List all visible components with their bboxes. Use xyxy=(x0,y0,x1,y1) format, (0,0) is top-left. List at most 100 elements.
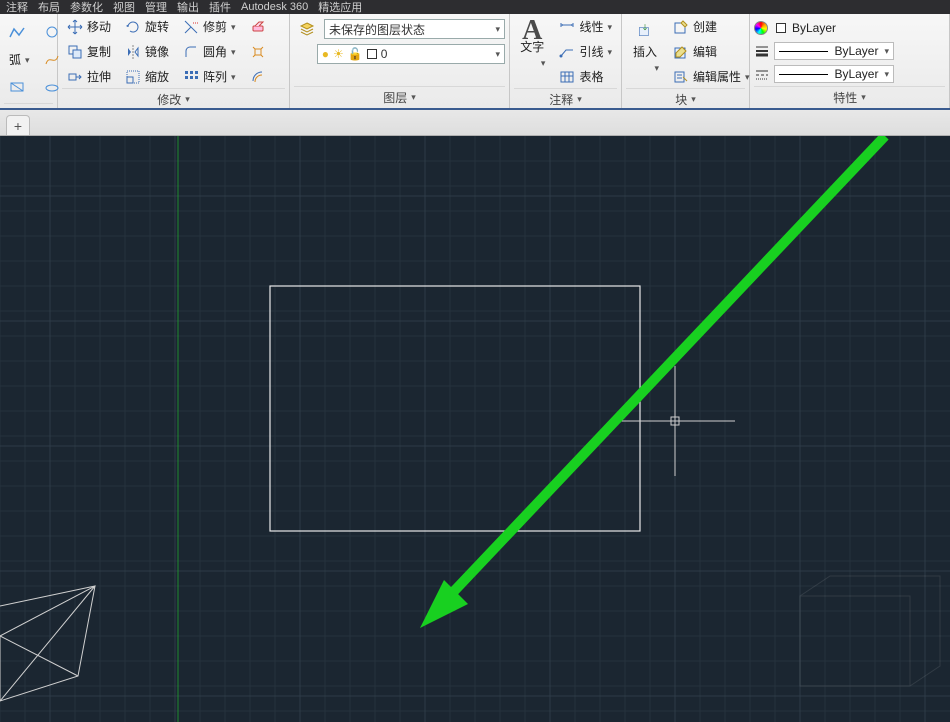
explode-icon xyxy=(250,44,266,60)
menu-item[interactable]: 输出 xyxy=(177,0,199,15)
text-icon: A xyxy=(522,24,542,38)
array-button[interactable]: 阵列▾ xyxy=(178,66,241,88)
line-preview xyxy=(779,51,828,52)
stretch-button[interactable]: 拉伸 xyxy=(62,66,116,88)
edit-attr-icon xyxy=(673,69,689,85)
insert-block-icon xyxy=(631,19,659,43)
chevron-down-icon: ▾ xyxy=(541,56,546,70)
chevron-down-icon: ▾ xyxy=(607,20,612,34)
tool-button[interactable] xyxy=(245,66,271,88)
fillet-button[interactable]: 圆角▾ xyxy=(178,41,241,63)
stretch-icon xyxy=(67,69,83,85)
chevron-down-icon: ▾ xyxy=(654,61,659,75)
table-icon xyxy=(559,69,575,85)
linetype-combo[interactable]: ByLayer▾ xyxy=(774,65,894,83)
scale-icon xyxy=(125,69,141,85)
draw-tool-button[interactable] xyxy=(4,76,35,98)
lock-icon: 🔓 xyxy=(348,47,363,61)
button-label: 缩放 xyxy=(145,70,169,84)
linetype-icon[interactable] xyxy=(754,66,770,82)
table-button[interactable]: 表格 xyxy=(554,66,617,88)
button-label: 移动 xyxy=(87,20,111,34)
leader-button[interactable]: 引线▾ xyxy=(554,41,617,63)
menu-item[interactable]: 参数化 xyxy=(70,0,103,15)
button-label: 修剪 xyxy=(203,20,227,34)
button-label: 圆角 xyxy=(203,45,227,59)
panel-block: 插入 ▾ 创建 编辑 编辑属性▾ 块▾ xyxy=(622,14,750,108)
menubar: 注释 布局 参数化 视图 管理 输出 插件 Autodesk 360 精选应用 xyxy=(0,0,950,14)
text-button[interactable]: A 文字 ▾ xyxy=(514,16,550,78)
edit-icon xyxy=(673,44,689,60)
menu-item[interactable]: 管理 xyxy=(145,0,167,15)
trim-button[interactable]: 修剪 ▾ xyxy=(178,16,241,38)
trim-icon xyxy=(183,19,199,35)
layer-state-combo[interactable]: 未保存的图层状态 ▾ xyxy=(324,19,505,39)
color-swatch-icon xyxy=(367,49,377,59)
menu-item[interactable]: 布局 xyxy=(38,0,60,15)
button-label: 旋转 xyxy=(145,20,169,34)
lineweight-icon[interactable] xyxy=(754,43,770,59)
dim-linear-button[interactable]: 线性▾ xyxy=(554,16,617,38)
combo-text: ByLayer xyxy=(792,21,836,35)
tool-button[interactable] xyxy=(245,41,271,63)
edit-attr-button[interactable]: 编辑属性▾ xyxy=(668,66,755,88)
draw-tool-button[interactable] xyxy=(4,22,35,44)
panel-properties: ByLayer ByLayer▾ ByLayer▾ 特性▾ xyxy=(750,14,950,108)
arc-button[interactable]: 弧▾ xyxy=(4,50,35,70)
chevron-down-icon: ▾ xyxy=(607,45,612,59)
sun-icon: ☀ xyxy=(333,47,344,61)
chevron-down-icon: ▾ xyxy=(577,94,582,105)
lineweight-combo[interactable]: ByLayer▾ xyxy=(774,42,894,60)
chevron-down-icon: ▾ xyxy=(495,24,500,35)
menu-item[interactable]: 注释 xyxy=(6,0,28,15)
panel-title-annotate[interactable]: 注释 ▾ xyxy=(514,88,617,110)
panel-label: 特性 xyxy=(833,89,857,106)
combo-text: 0 xyxy=(381,47,388,61)
panel-modify: 移动 旋转 修剪▾ 复制 镜像 圆角▾ 拉伸 缩放 阵列▾ xyxy=(58,14,290,108)
edit-block-button[interactable]: 编辑 xyxy=(668,41,755,63)
create-block-button[interactable]: 创建 xyxy=(668,16,755,38)
chevron-down-icon: ▾ xyxy=(185,94,190,105)
scale-button[interactable]: 缩放 xyxy=(120,66,174,88)
menu-item[interactable]: Autodesk 360 xyxy=(241,1,308,13)
panel-label: 注释 xyxy=(549,91,573,108)
menu-item[interactable]: 精选应用 xyxy=(318,0,362,15)
color-combo[interactable]: ByLayer xyxy=(772,19,892,37)
button-label: 文字 xyxy=(520,40,544,54)
chevron-down-icon: ▾ xyxy=(745,70,750,84)
rectangle-icon xyxy=(9,79,25,95)
combo-text: ByLayer xyxy=(834,67,878,81)
menu-item[interactable]: 视图 xyxy=(113,0,135,15)
copy-button[interactable]: 复制 xyxy=(62,41,116,63)
color-wheel-icon[interactable] xyxy=(754,21,768,35)
chevron-down-icon: ▾ xyxy=(884,46,889,57)
panel-title-layer[interactable]: 图层▾ xyxy=(294,86,505,108)
insert-button[interactable]: 插入 ▾ xyxy=(626,16,664,78)
new-tab-button[interactable]: + xyxy=(6,115,30,135)
menu-item[interactable]: 插件 xyxy=(209,0,231,15)
panel-title-block[interactable]: 块▾ xyxy=(626,88,745,110)
chevron-down-icon: ▾ xyxy=(691,94,696,105)
panel-label: 修改 xyxy=(157,91,181,108)
polyline-icon xyxy=(9,25,25,41)
chevron-down-icon: ▾ xyxy=(411,92,416,103)
tool-button[interactable] xyxy=(245,16,271,38)
chevron-down-icon: ▾ xyxy=(231,70,236,84)
button-label: 复制 xyxy=(87,45,111,59)
button-label: 镜像 xyxy=(145,45,169,59)
current-layer-combo[interactable]: ● ☀ 🔓 0 ▾ xyxy=(317,44,505,64)
move-button[interactable]: 移动 xyxy=(62,16,116,38)
panel-annotate: A 文字 ▾ 线性▾ 引线▾ 表格 注释 ▾ xyxy=(510,14,622,108)
chevron-down-icon: ▾ xyxy=(861,92,866,103)
canvas-svg xyxy=(0,136,950,722)
drawing-canvas[interactable] xyxy=(0,136,950,722)
rotate-button[interactable]: 旋转 xyxy=(120,16,174,38)
chevron-down-icon: ▾ xyxy=(231,20,236,34)
panel-title-properties[interactable]: 特性 ▾ xyxy=(754,86,945,108)
panel-title-modify[interactable]: 修改 ▾ xyxy=(62,88,285,110)
ribbon: 弧▾ 移动 旋转 修剪 ▾ 复制 镜像 xyxy=(0,14,950,110)
button-label: 创建 xyxy=(693,20,717,34)
layer-properties-button[interactable] xyxy=(294,18,320,40)
mirror-button[interactable]: 镜像 xyxy=(120,41,174,63)
color-box-icon xyxy=(776,23,786,33)
